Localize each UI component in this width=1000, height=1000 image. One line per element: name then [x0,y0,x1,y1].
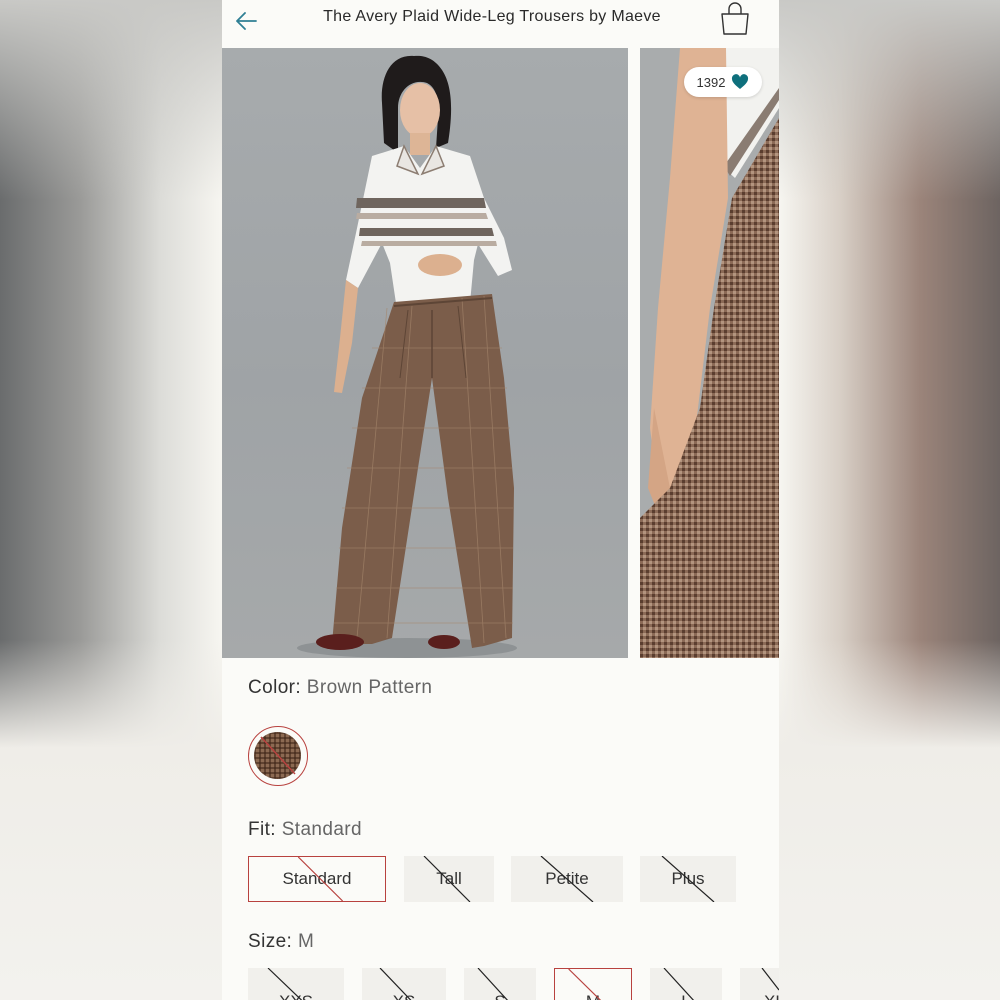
product-page: The Avery Plaid Wide-Leg Trousers by Mae… [222,0,779,1000]
color-swatch-brown-pattern[interactable] [248,726,308,786]
unavailable-strike-icon [379,968,412,1000]
color-value: Brown Pattern [306,677,433,698]
shopping-bag-button[interactable] [715,0,755,38]
size-value: M [297,931,315,952]
unavailable-strike-icon [297,857,344,901]
size-option-xs[interactable]: XS [362,968,446,1000]
fit-option-plus[interactable]: Plus [640,856,736,902]
unavailable-strike-icon [267,968,303,1000]
likes-button[interactable]: 1392 [684,67,762,97]
back-button[interactable] [232,6,262,36]
size-option-xxs[interactable]: XXS [248,968,344,1000]
heart-icon [732,74,749,89]
size-option-l[interactable]: L [650,968,722,1000]
size-option-m[interactable]: M [554,968,632,1000]
unavailable-strike-icon [540,856,594,902]
unavailable-strike-icon [661,856,715,902]
fabric-closeup-photo [640,48,779,658]
size-option-xl[interactable]: XL [740,968,779,1000]
shopping-bag-icon [721,2,749,35]
fit-option-standard[interactable]: Standard [248,856,386,902]
unavailable-strike-icon [568,969,602,1000]
arrow-left-icon [236,12,257,30]
model-photo [297,55,517,658]
product-image-detail[interactable] [640,48,779,658]
unavailable-strike-icon [477,968,509,1000]
likes-count: 1392 [696,74,726,90]
unavailable-strike-icon [761,968,779,991]
color-label: Color: Brown Pattern [248,677,432,699]
unavailable-strike-icon [423,856,471,902]
fit-option-tall[interactable]: Tall [404,856,494,902]
color-key: Color: [248,677,302,698]
size-option-s[interactable]: S [464,968,536,1000]
unavailable-strike-icon [663,968,695,1000]
top-bar: The Avery Plaid Wide-Leg Trousers by Mae… [222,0,779,48]
size-label: Size: M [248,931,314,953]
unavailable-strike-icon [260,736,296,775]
fit-value: Standard [281,819,363,840]
page-title: The Avery Plaid Wide-Leg Trousers by Mae… [323,8,661,25]
size-key: Size: [248,931,293,952]
fit-option-petite[interactable]: Petite [511,856,623,902]
product-image-main[interactable] [222,48,628,658]
image-gallery[interactable]: 1392 [222,48,779,658]
fit-label: Fit: Standard [248,819,362,841]
fit-key: Fit: [248,819,276,840]
